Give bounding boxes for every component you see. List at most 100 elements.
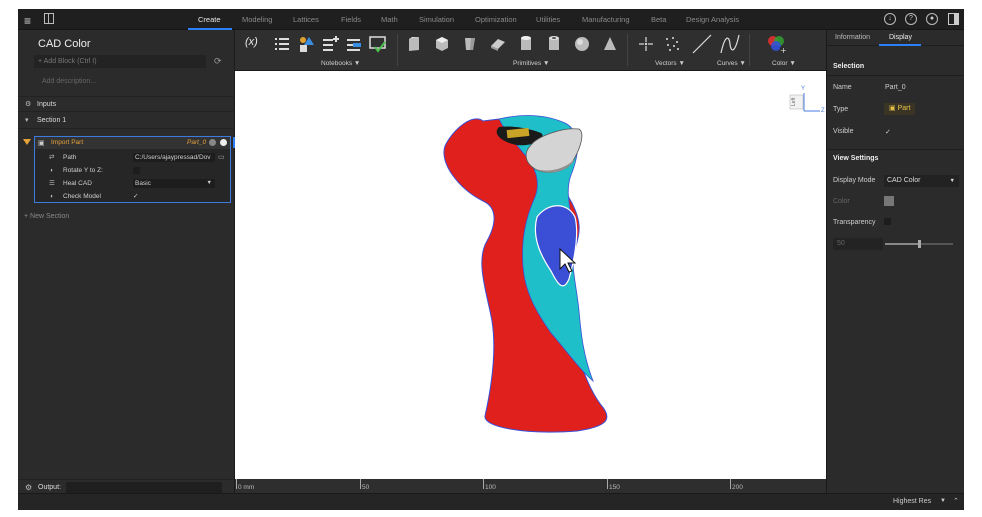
rotate-label: Rotate Y to Z:: [63, 167, 103, 174]
point-icon[interactable]: [637, 35, 655, 53]
import-part-block[interactable]: ▣ Import Part Part_0 + ⇄ Path C:/Users/a…: [23, 136, 244, 203]
box-icon[interactable]: [405, 35, 423, 53]
tab-display[interactable]: Display: [889, 34, 912, 41]
download-icon[interactable]: ↓: [884, 13, 896, 25]
chevron-down-icon: ▾: [25, 117, 29, 124]
block-part-name[interactable]: Part_0: [187, 139, 206, 146]
transparency-input[interactable]: 50: [833, 238, 883, 250]
tab-information[interactable]: Information: [835, 34, 870, 41]
add-block-input[interactable]: + Add Block (Ctrl I): [34, 55, 206, 68]
tab-math[interactable]: Math: [381, 15, 398, 24]
refresh-icon[interactable]: ⟳: [214, 56, 222, 67]
visible-checkmark[interactable]: ✓: [885, 128, 891, 136]
slider-handle[interactable]: [918, 240, 921, 248]
panel-icon[interactable]: [948, 13, 959, 25]
section-row[interactable]: ▾ Section 1: [18, 113, 235, 129]
tab-create[interactable]: Create: [198, 15, 221, 24]
toolbar-separator: [397, 34, 398, 66]
block-close-icon[interactable]: [209, 139, 216, 146]
shapes-icon[interactable]: [297, 35, 315, 53]
viewcube-face-label[interactable]: Left: [791, 98, 797, 106]
3d-viewport[interactable]: Y Z Left: [235, 71, 826, 479]
svg-text:+: +: [780, 46, 787, 55]
description-input[interactable]: Add description...: [42, 78, 96, 85]
variable-icon[interactable]: (x): [245, 36, 265, 54]
tab-simulation[interactable]: Simulation: [419, 15, 454, 24]
block-title: Import Part: [51, 139, 84, 146]
resolution-select[interactable]: Highest Res: [893, 498, 931, 505]
curves-menu[interactable]: Curves ▼: [717, 60, 746, 67]
primitives-menu[interactable]: Primitives ▼: [513, 60, 549, 67]
axis-y-label: Y: [801, 86, 806, 92]
plate-icon[interactable]: [489, 35, 507, 53]
color-icon[interactable]: +: [765, 33, 787, 55]
transparency-slider[interactable]: [885, 240, 953, 248]
folder-icon[interactable]: ▭: [218, 151, 225, 164]
checklist-icon[interactable]: [369, 35, 387, 53]
heal-cad-select[interactable]: Basic: [133, 179, 215, 188]
tab-optimization[interactable]: Optimization: [475, 15, 517, 24]
top-navigation: ≡ Create Modeling Lattices Fields Math S…: [18, 9, 964, 30]
output-label: Output:: [38, 484, 61, 491]
cone-icon[interactable]: [601, 35, 619, 53]
transparency-label: Transparency: [833, 219, 876, 226]
tab-modeling[interactable]: Modeling: [242, 15, 272, 24]
tab-design-analysis[interactable]: Design Analysis: [686, 15, 739, 24]
prism-icon[interactable]: [461, 35, 479, 53]
name-value: Part_0: [885, 84, 906, 91]
ruler-tick: [483, 479, 484, 489]
account-icon[interactable]: ●: [926, 13, 938, 25]
menu-icon[interactable]: ≡: [24, 14, 31, 28]
block-visibility-icon[interactable]: [220, 139, 227, 146]
list-edit-icon[interactable]: [345, 35, 363, 53]
properties-panel: Information Display Selection Name Part_…: [826, 30, 964, 493]
chevron-down-icon[interactable]: ▼: [940, 498, 946, 504]
cube-icon[interactable]: [433, 35, 451, 53]
tab-lattices[interactable]: Lattices: [293, 15, 319, 24]
ruler-tick: [607, 479, 608, 489]
list-add-icon[interactable]: [321, 35, 339, 53]
vectors-menu[interactable]: Vectors ▼: [655, 60, 685, 67]
new-section-button[interactable]: + New Section: [24, 213, 69, 220]
slider-fill: [885, 243, 919, 245]
list-icon[interactable]: [273, 35, 291, 53]
ruler-label: 150: [609, 484, 620, 491]
model-view[interactable]: [235, 71, 826, 479]
notebook-title[interactable]: CAD Color: [38, 38, 91, 50]
ruler-tick: [360, 479, 361, 489]
line-icon[interactable]: [691, 33, 713, 55]
tab-beta[interactable]: Beta: [651, 15, 666, 24]
tab-fields[interactable]: Fields: [341, 15, 361, 24]
cylinder-icon[interactable]: [517, 35, 535, 53]
part-icon: ▣: [38, 140, 45, 147]
check-model-label: Check Model: [63, 193, 101, 200]
path-field[interactable]: C:/Users/ajaypressad/Dov: [133, 153, 215, 162]
tube-icon[interactable]: [545, 35, 563, 53]
divider: [827, 149, 964, 150]
display-mode-select[interactable]: CAD Color: [884, 175, 959, 187]
tab-utilities[interactable]: Utilities: [536, 15, 560, 24]
check-model-row: ◑ Check Model ✓: [35, 190, 230, 203]
tab-manufacturing[interactable]: Manufacturing: [582, 15, 630, 24]
notebook-panel: CAD Color + Add Block (Ctrl I) ⟳ Add des…: [18, 30, 244, 510]
help-icon[interactable]: ?: [905, 13, 917, 25]
collapse-triangle-icon[interactable]: [23, 139, 31, 145]
rotate-checkbox[interactable]: [133, 167, 140, 174]
scale-ruler: 0 mm 50 100 150 200: [235, 479, 826, 493]
axis-z-label: Z: [821, 108, 825, 114]
transparency-checkbox[interactable]: [884, 218, 891, 225]
sphere-icon[interactable]: [573, 35, 591, 53]
notebooks-menu[interactable]: Notebooks ▼: [321, 60, 360, 67]
inputs-row[interactable]: ⚙ Inputs: [18, 96, 235, 112]
curve-icon[interactable]: [719, 33, 741, 55]
color-menu[interactable]: Color ▼: [772, 60, 796, 67]
path-row: ⇄ Path C:/Users/ajaypressad/Dov ▭: [35, 151, 230, 164]
inputs-label: Inputs: [37, 101, 57, 108]
properties-tabs: Information Display: [827, 30, 964, 46]
color-swatch[interactable]: [884, 196, 894, 206]
point-cloud-icon[interactable]: [663, 35, 681, 53]
chevron-up-icon[interactable]: ⌃: [953, 497, 959, 505]
path-icon: ⇄: [49, 154, 55, 161]
path-label: Path: [63, 154, 77, 161]
panel-toggle-icon[interactable]: [44, 13, 54, 24]
